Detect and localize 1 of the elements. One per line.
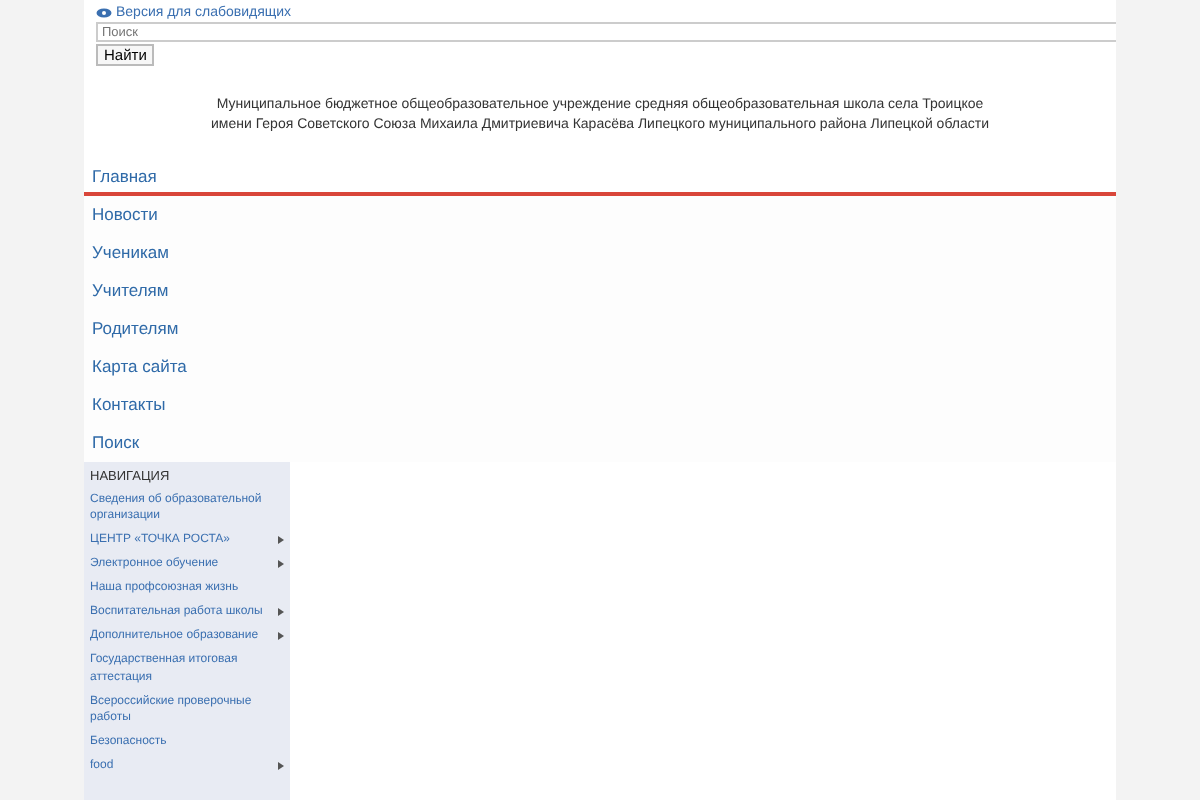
eye-icon xyxy=(96,8,112,18)
